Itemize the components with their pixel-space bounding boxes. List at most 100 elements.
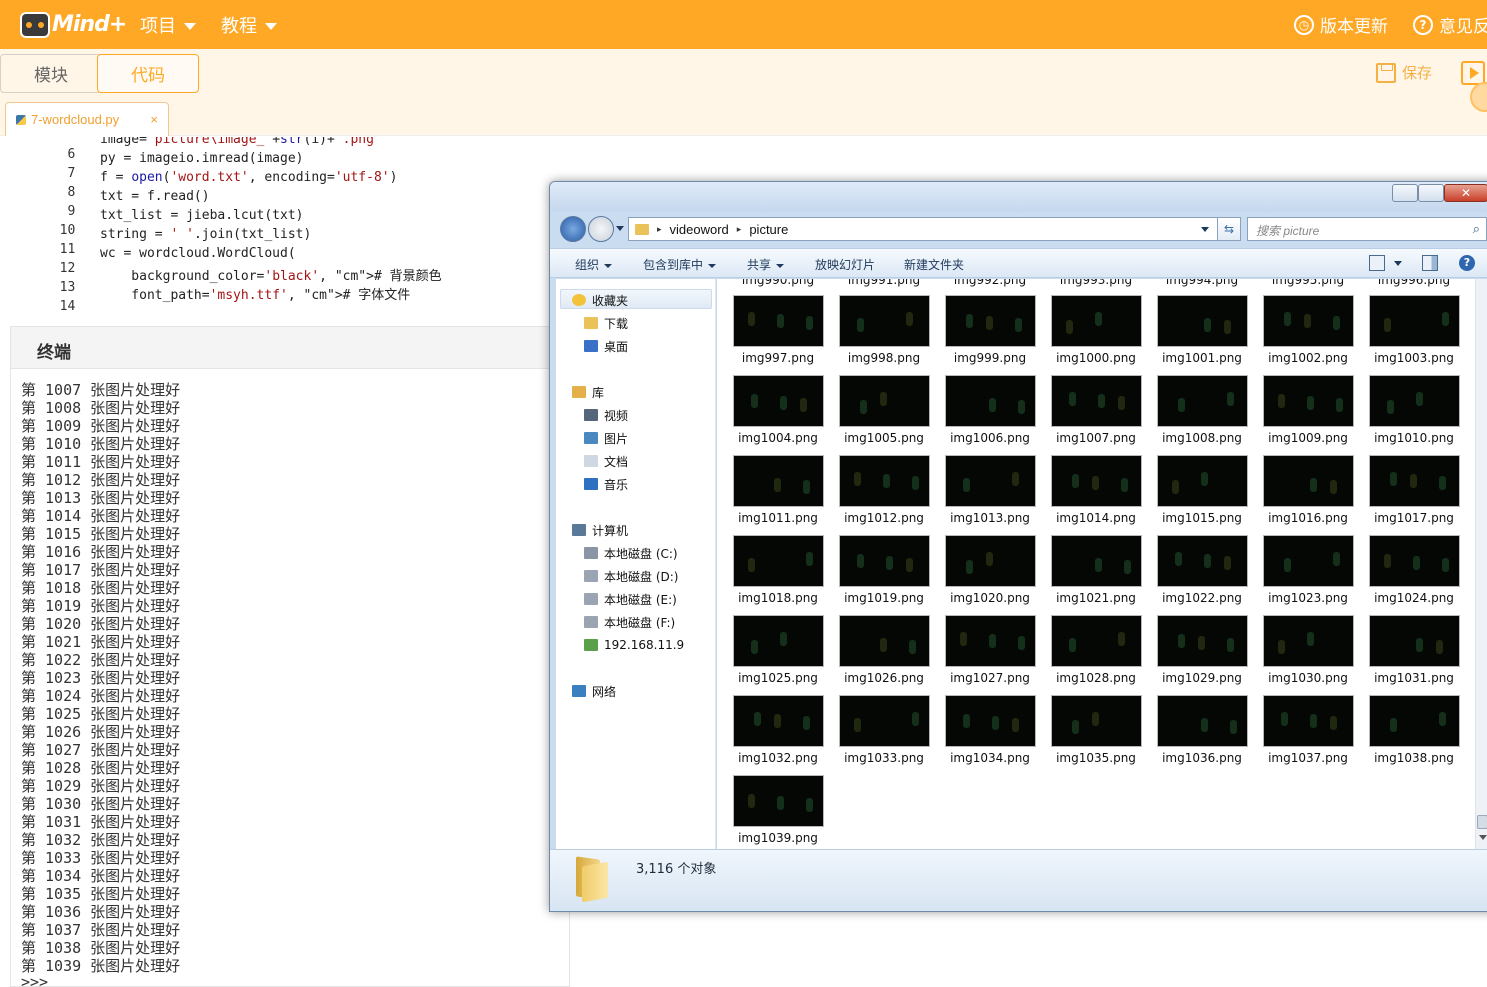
file-item[interactable]: img1015.png <box>1149 455 1255 535</box>
help-icon[interactable]: ? <box>1459 255 1475 271</box>
file-item[interactable]: img1024.png <box>1361 535 1467 615</box>
maximize-button[interactable] <box>1418 184 1444 202</box>
file-item[interactable]: img1037.png <box>1255 695 1361 775</box>
file-item[interactable]: img1011.png <box>725 455 831 535</box>
file-tab[interactable]: 7-wordcloud.py × <box>5 102 169 136</box>
file-item[interactable]: img1017.png <box>1361 455 1467 535</box>
nav-item[interactable]: 收藏夹 <box>572 290 628 310</box>
file-item[interactable]: img1029.png <box>1149 615 1255 695</box>
file-item[interactable]: img1036.png <box>1149 695 1255 775</box>
file-item[interactable]: img1010.png <box>1361 375 1467 455</box>
nav-item[interactable]: 文档 <box>584 451 628 471</box>
file-item[interactable]: img1031.png <box>1361 615 1467 695</box>
file-item[interactable]: img1004.png <box>725 375 831 455</box>
mindplus-logo[interactable]: Mind+ <box>18 6 127 44</box>
chevron-down-icon[interactable] <box>1394 261 1402 266</box>
file-item[interactable]: img1007.png <box>1043 375 1149 455</box>
forward-button[interactable] <box>588 216 614 242</box>
vertical-scrollbar[interactable] <box>1475 279 1487 849</box>
nav-item[interactable]: 本地磁盘 (C:) <box>584 543 678 563</box>
file-name[interactable]: img992.png <box>937 279 1043 287</box>
file-item[interactable]: img1030.png <box>1255 615 1361 695</box>
nav-item[interactable]: 本地磁盘 (D:) <box>584 566 678 586</box>
file-item[interactable]: img1039.png <box>725 775 831 849</box>
file-name[interactable]: img995.png <box>1255 279 1361 287</box>
file-item[interactable]: img1034.png <box>937 695 1043 775</box>
address-bar[interactable]: ▸ videoword ▸ picture <box>628 217 1240 241</box>
file-item[interactable]: img1026.png <box>831 615 937 695</box>
nav-item[interactable]: 192.168.11.9 <box>584 635 684 655</box>
file-item[interactable]: img1033.png <box>831 695 937 775</box>
file-item[interactable]: img998.png <box>831 295 937 375</box>
file-item[interactable]: img1003.png <box>1361 295 1467 375</box>
menu-project[interactable]: 项目 <box>140 12 196 38</box>
nav-item[interactable]: 桌面 <box>584 336 628 356</box>
search-input[interactable]: 搜索 picture ⌕ <box>1247 217 1487 241</box>
file-name[interactable]: img990.png <box>725 279 831 287</box>
nav-item[interactable]: 下载 <box>584 313 628 333</box>
toolbar-organize[interactable]: 组织 <box>575 256 613 273</box>
file-item[interactable]: img1021.png <box>1043 535 1149 615</box>
window-titlebar[interactable]: ✕ <box>550 182 1487 212</box>
file-item[interactable]: img1025.png <box>725 615 831 695</box>
tab-blocks[interactable]: 模块 <box>0 54 102 93</box>
nav-item[interactable]: 图片 <box>584 428 628 448</box>
toolbar-include-library[interactable]: 包含到库中 <box>643 256 717 273</box>
file-item[interactable]: img1035.png <box>1043 695 1149 775</box>
file-item[interactable]: img1020.png <box>937 535 1043 615</box>
breadcrumb-videoword[interactable]: videoword <box>670 222 729 237</box>
file-name[interactable]: img993.png <box>1043 279 1149 287</box>
file-item[interactable]: img1028.png <box>1043 615 1149 695</box>
history-dropdown-icon[interactable] <box>616 226 624 231</box>
file-name[interactable]: img991.png <box>831 279 937 287</box>
minimize-button[interactable] <box>1392 184 1418 202</box>
file-item[interactable]: img1006.png <box>937 375 1043 455</box>
nav-item[interactable]: 网络 <box>572 681 616 701</box>
file-item[interactable]: img997.png <box>725 295 831 375</box>
file-item[interactable]: img1027.png <box>937 615 1043 695</box>
nav-item[interactable]: 计算机 <box>572 520 628 540</box>
view-options-icon[interactable] <box>1369 255 1385 271</box>
version-update-button[interactable]: ◷ 版本更新 <box>1294 12 1388 37</box>
file-item[interactable]: img999.png <box>937 295 1043 375</box>
window-close-button[interactable]: ✕ <box>1444 184 1487 202</box>
file-item[interactable]: img1014.png <box>1043 455 1149 535</box>
nav-item[interactable]: 本地磁盘 (F:) <box>584 612 675 632</box>
file-item[interactable]: img1038.png <box>1361 695 1467 775</box>
file-item[interactable]: img1022.png <box>1149 535 1255 615</box>
close-icon[interactable]: × <box>150 112 158 127</box>
breadcrumb-picture[interactable]: picture <box>749 222 788 237</box>
file-item[interactable]: img1001.png <box>1149 295 1255 375</box>
nav-item[interactable]: 库 <box>572 382 604 402</box>
file-item[interactable]: img1005.png <box>831 375 937 455</box>
file-item[interactable]: img1018.png <box>725 535 831 615</box>
nav-item[interactable]: 本地磁盘 (E:) <box>584 589 677 609</box>
terminal-output[interactable]: 第 1007 张图片处理好第 1008 张图片处理好第 1009 张图片处理好第… <box>21 379 561 987</box>
preview-pane-icon[interactable] <box>1422 255 1438 271</box>
toolbar-new-folder[interactable]: 新建文件夹 <box>904 256 964 273</box>
scrollbar-thumb[interactable] <box>1477 815 1487 829</box>
scroll-down-icon[interactable] <box>1479 835 1487 840</box>
file-item[interactable]: img1002.png <box>1255 295 1361 375</box>
feedback-button[interactable]: ? 意见反 <box>1413 12 1487 37</box>
file-item[interactable]: img1000.png <box>1043 295 1149 375</box>
refresh-button[interactable]: ⇆ <box>1217 217 1241 241</box>
file-item[interactable]: img1009.png <box>1255 375 1361 455</box>
file-item[interactable]: img1016.png <box>1255 455 1361 535</box>
file-grid[interactable]: img990.png img991.png img992.png img993.png… <box>717 279 1475 849</box>
file-name[interactable]: img994.png <box>1149 279 1255 287</box>
toolbar-slideshow[interactable]: 放映幻灯片 <box>815 256 875 273</box>
toolbar-share[interactable]: 共享 <box>747 256 785 273</box>
back-button[interactable] <box>560 216 586 242</box>
nav-item[interactable]: 音乐 <box>584 474 628 494</box>
address-dropdown-icon[interactable] <box>1201 226 1209 232</box>
save-button[interactable]: 保存 <box>1376 62 1432 83</box>
nav-item[interactable]: 视频 <box>584 405 628 425</box>
tab-code[interactable]: 代码 <box>97 54 199 93</box>
menu-tutorial[interactable]: 教程 <box>221 12 277 38</box>
file-item[interactable]: img1023.png <box>1255 535 1361 615</box>
file-item[interactable]: img1013.png <box>937 455 1043 535</box>
file-item[interactable]: img1012.png <box>831 455 937 535</box>
file-item[interactable]: img1008.png <box>1149 375 1255 455</box>
file-item[interactable]: img1019.png <box>831 535 937 615</box>
